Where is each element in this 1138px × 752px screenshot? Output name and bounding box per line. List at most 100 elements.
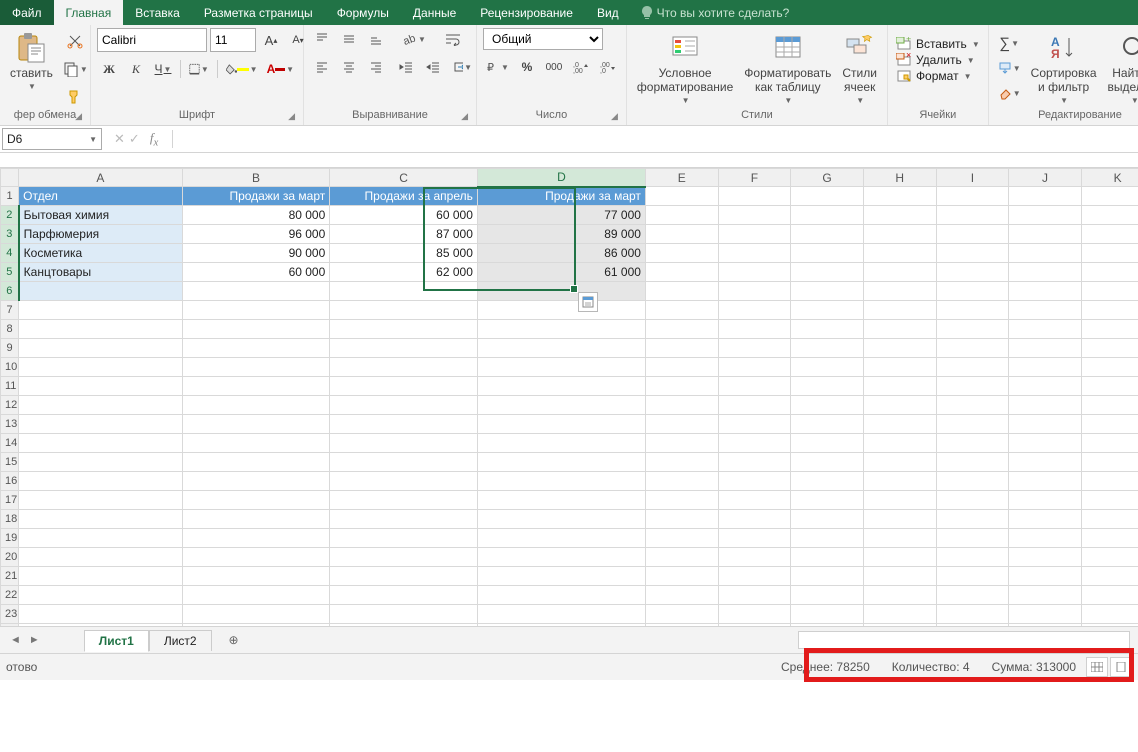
cell[interactable]: 86 000: [477, 244, 645, 263]
cell[interactable]: [182, 282, 330, 301]
cell[interactable]: [791, 472, 864, 491]
borders-button[interactable]: ▼: [186, 58, 212, 80]
cell[interactable]: [1009, 377, 1082, 396]
cell[interactable]: [19, 510, 183, 529]
cell[interactable]: [1081, 263, 1138, 282]
cell[interactable]: [718, 567, 791, 586]
row-header-1[interactable]: 1: [1, 187, 19, 206]
cell[interactable]: [936, 510, 1009, 529]
cell[interactable]: [1009, 282, 1082, 301]
cell[interactable]: [718, 244, 791, 263]
cell[interactable]: [645, 529, 718, 548]
row-header-19[interactable]: 19: [1, 529, 19, 548]
cell[interactable]: [330, 434, 478, 453]
cell[interactable]: [477, 434, 645, 453]
cell[interactable]: [863, 605, 936, 624]
tab-formulas[interactable]: Формулы: [325, 0, 401, 25]
cell[interactable]: [477, 415, 645, 434]
cell[interactable]: [1009, 605, 1082, 624]
cell[interactable]: [19, 320, 183, 339]
cell[interactable]: [718, 282, 791, 301]
row-header-20[interactable]: 20: [1, 548, 19, 567]
cell[interactable]: [182, 301, 330, 320]
decrease-indent-button[interactable]: [394, 56, 418, 78]
row-header-15[interactable]: 15: [1, 453, 19, 472]
decrease-decimal-button[interactable]: ,00,0: [596, 56, 620, 78]
cell[interactable]: [936, 415, 1009, 434]
horizontal-scrollbar[interactable]: [798, 631, 1130, 649]
cell[interactable]: Отдел: [19, 187, 183, 206]
italic-button[interactable]: К: [124, 58, 148, 80]
cell[interactable]: [718, 453, 791, 472]
cell[interactable]: [182, 320, 330, 339]
cell[interactable]: [791, 415, 864, 434]
cell[interactable]: [19, 396, 183, 415]
cell[interactable]: [1081, 491, 1138, 510]
cell[interactable]: [19, 434, 183, 453]
cell[interactable]: [330, 510, 478, 529]
cell[interactable]: [1009, 453, 1082, 472]
cell[interactable]: [936, 396, 1009, 415]
tab-home[interactable]: Главная: [54, 0, 124, 25]
cell[interactable]: [1081, 415, 1138, 434]
cell[interactable]: [936, 263, 1009, 282]
cell[interactable]: [1081, 377, 1138, 396]
row-header-22[interactable]: 22: [1, 586, 19, 605]
cell[interactable]: 89 000: [477, 225, 645, 244]
cell[interactable]: [718, 586, 791, 605]
align-bottom-button[interactable]: [364, 28, 388, 50]
cell[interactable]: [330, 586, 478, 605]
cell[interactable]: [791, 510, 864, 529]
cell[interactable]: [718, 225, 791, 244]
cell[interactable]: [19, 301, 183, 320]
cell[interactable]: [477, 586, 645, 605]
orientation-button[interactable]: ab▼: [400, 28, 429, 50]
wrap-text-button[interactable]: [441, 28, 465, 50]
cell[interactable]: [1009, 510, 1082, 529]
cell[interactable]: [791, 586, 864, 605]
cell[interactable]: [1009, 206, 1082, 225]
cell[interactable]: [477, 358, 645, 377]
col-header-J[interactable]: J: [1009, 169, 1082, 187]
cell[interactable]: [1081, 225, 1138, 244]
cell[interactable]: [182, 396, 330, 415]
cell[interactable]: [1081, 434, 1138, 453]
cell[interactable]: [477, 529, 645, 548]
cell[interactable]: [1009, 586, 1082, 605]
fill-button[interactable]: ▼: [995, 57, 1024, 79]
cell[interactable]: [1009, 472, 1082, 491]
cell[interactable]: [330, 396, 478, 415]
cell[interactable]: [863, 225, 936, 244]
cell[interactable]: [863, 510, 936, 529]
cell[interactable]: [645, 605, 718, 624]
cell[interactable]: Парфюмерия: [19, 225, 183, 244]
format-as-table-button[interactable]: Форматировать как таблицу▼: [740, 28, 835, 108]
cell[interactable]: [791, 282, 864, 301]
cell[interactable]: [330, 529, 478, 548]
autofill-options-button[interactable]: [578, 292, 598, 312]
cell[interactable]: [718, 548, 791, 567]
cell[interactable]: [718, 434, 791, 453]
row-header-14[interactable]: 14: [1, 434, 19, 453]
format-painter-button[interactable]: [60, 86, 91, 108]
col-header-E[interactable]: E: [645, 169, 718, 187]
insert-cells-button[interactable]: +Вставить▼: [894, 37, 982, 51]
row-header-17[interactable]: 17: [1, 491, 19, 510]
cell[interactable]: 77 000: [477, 206, 645, 225]
cell[interactable]: [477, 510, 645, 529]
tab-page-layout[interactable]: Разметка страницы: [192, 0, 325, 25]
row-header-16[interactable]: 16: [1, 472, 19, 491]
cell[interactable]: [863, 320, 936, 339]
cell[interactable]: [718, 301, 791, 320]
cell[interactable]: [863, 187, 936, 206]
cell[interactable]: [936, 472, 1009, 491]
name-box[interactable]: D6▼: [2, 128, 102, 150]
cell[interactable]: [863, 567, 936, 586]
cell[interactable]: [477, 301, 645, 320]
row-header-12[interactable]: 12: [1, 396, 19, 415]
cell[interactable]: [936, 548, 1009, 567]
cell[interactable]: [1009, 320, 1082, 339]
cell[interactable]: [1009, 244, 1082, 263]
cell[interactable]: [863, 548, 936, 567]
sheet-nav-prev[interactable]: ◄: [6, 634, 25, 646]
